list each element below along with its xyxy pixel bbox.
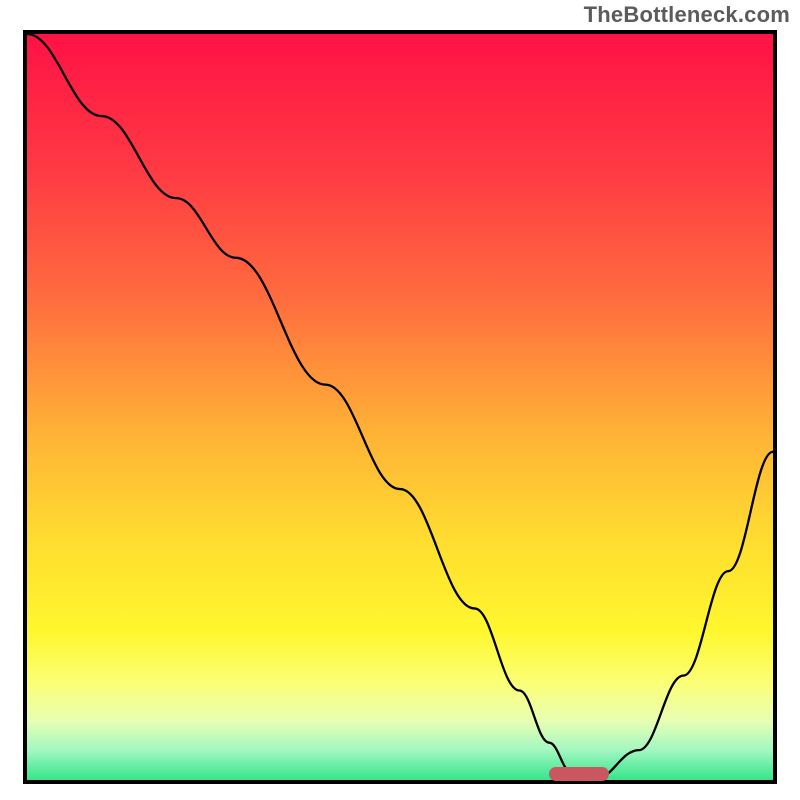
chart-plot-area [23, 30, 777, 784]
watermark-text: TheBottleneck.com [584, 2, 790, 28]
chart-curve [27, 34, 773, 780]
chart-highlight-marker [549, 767, 609, 782]
